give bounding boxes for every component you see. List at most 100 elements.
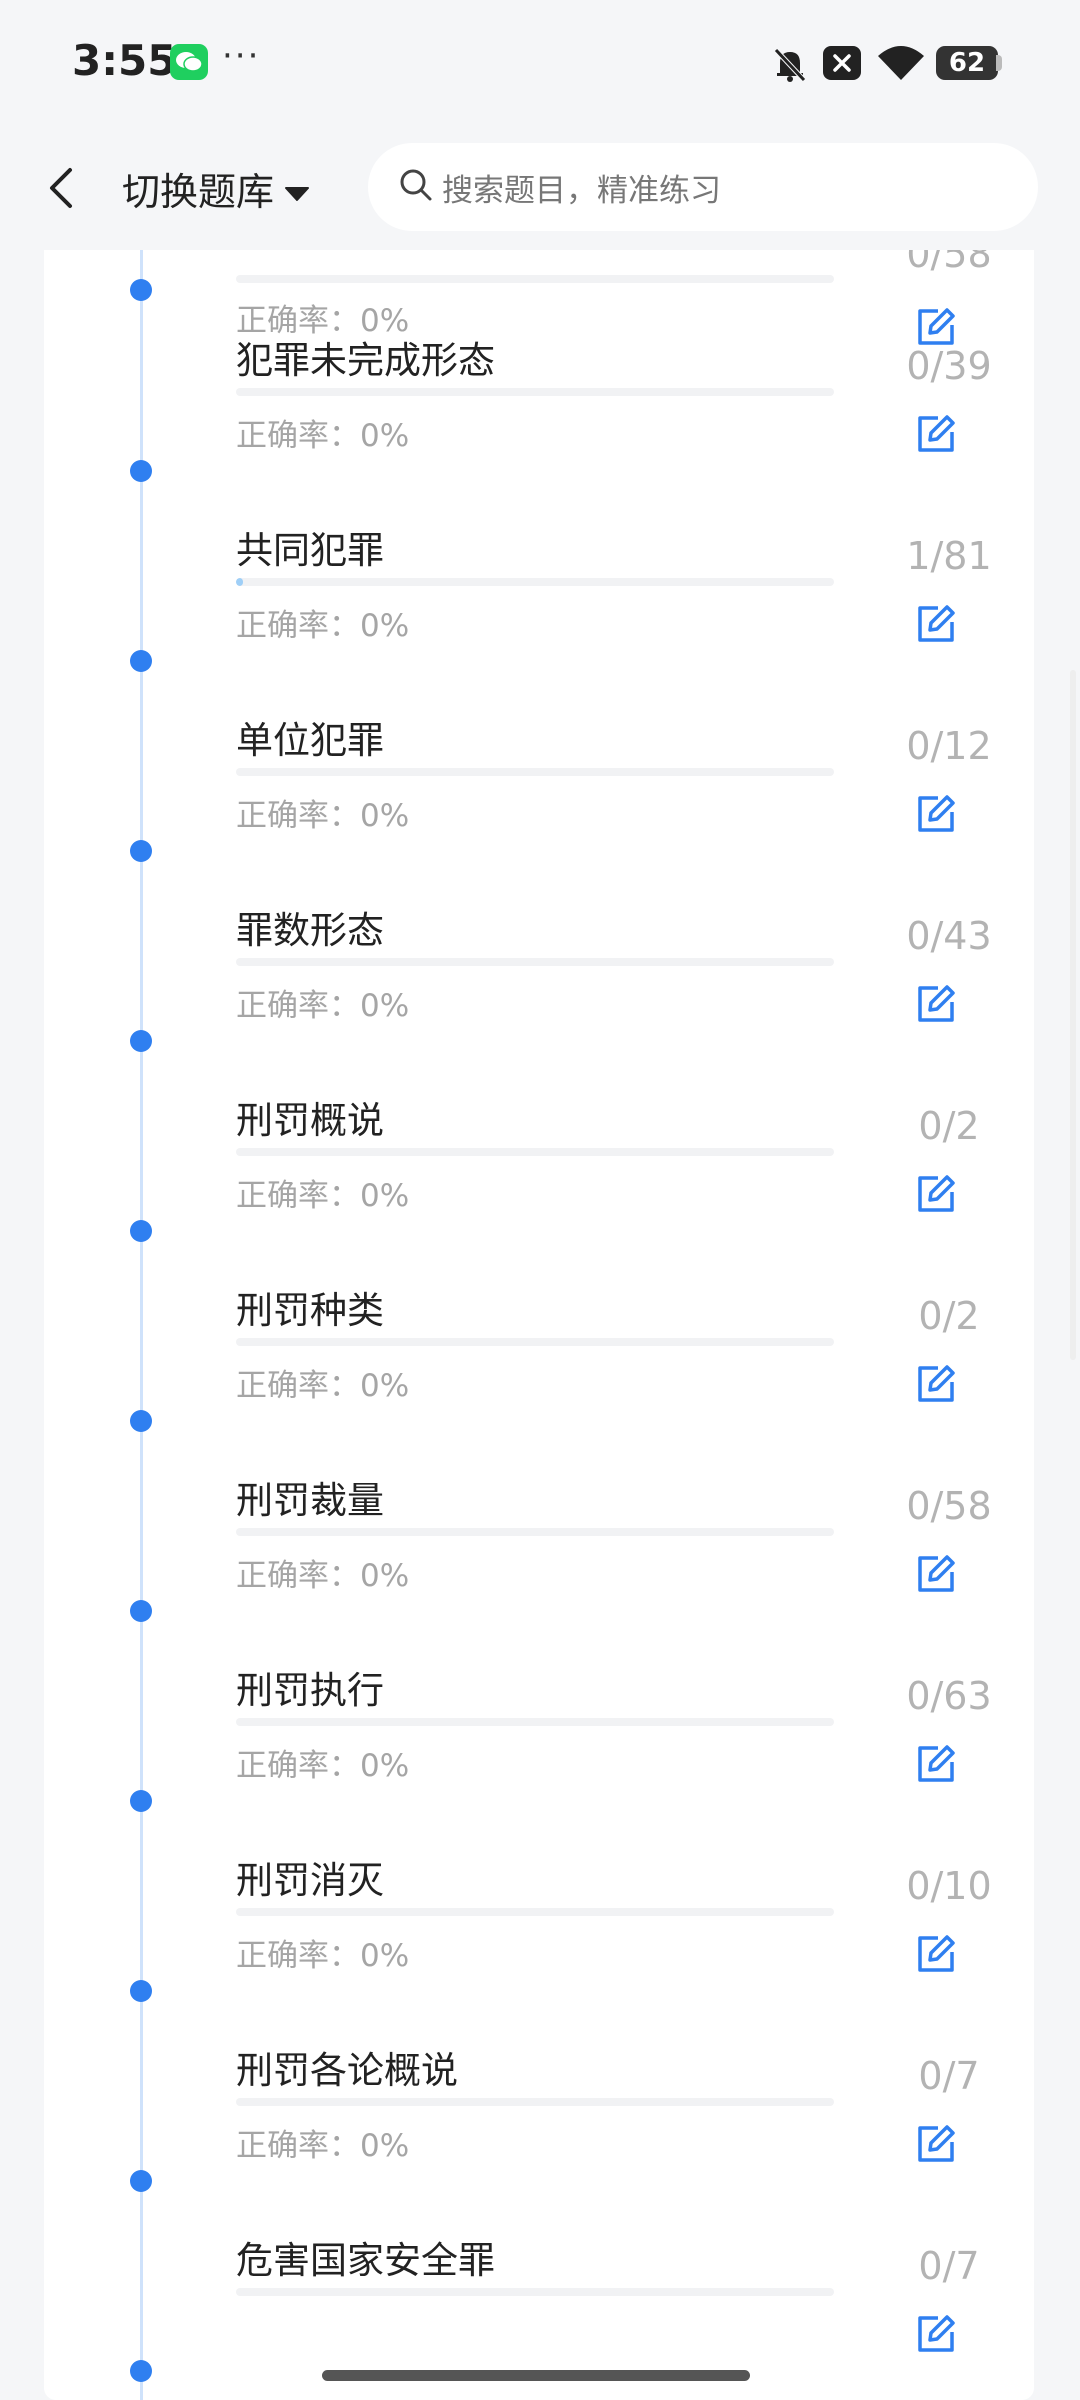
list-item[interactable]: 刑罚执行正确率：0% 0/63 xyxy=(44,1660,1034,1850)
progress-bar xyxy=(236,275,834,283)
timeline-dot xyxy=(130,460,152,482)
progress-bar xyxy=(236,2288,834,2296)
wechat-icon xyxy=(170,44,208,80)
chapter-title: 刑罚种类 xyxy=(236,1289,384,1332)
list-item[interactable]: 共同犯罪正确率：0% 1/81 xyxy=(44,520,1034,710)
timeline-dot xyxy=(130,1790,152,1812)
progress-bar xyxy=(236,1528,834,1536)
question-count: 0/58 xyxy=(906,1484,992,1528)
list-item[interactable]: 刑罚概说正确率：0% 0/2 xyxy=(44,1090,1034,1280)
chapter-title: 危害国家安全罪 xyxy=(236,2239,495,2282)
chapter-title: 单位犯罪 xyxy=(236,719,384,762)
edit-practice-icon[interactable] xyxy=(914,2122,958,2170)
caret-down-icon xyxy=(284,168,310,212)
question-count: 0/7 xyxy=(918,2054,980,2098)
accuracy-text: 正确率：0% xyxy=(236,988,410,1024)
timeline-dot xyxy=(130,2360,152,2382)
accuracy-text: 正确率：0% xyxy=(236,1368,410,1404)
progress-bar xyxy=(236,1148,834,1156)
edit-practice-icon[interactable] xyxy=(914,1552,958,1600)
question-count: 0/43 xyxy=(906,914,992,958)
question-count: 0/63 xyxy=(906,1674,992,1718)
chapter-title: 罪数形态 xyxy=(236,909,384,952)
question-count: 0/58 xyxy=(906,250,992,276)
accuracy-text: 正确率：0% xyxy=(236,798,410,834)
progress-bar xyxy=(236,388,834,396)
list-item[interactable]: 罪数形态正确率：0% 0/43 xyxy=(44,900,1034,1090)
list-item[interactable]: 刑罚种类正确率：0% 0/2 xyxy=(44,1280,1034,1470)
chapter-title: 共同犯罪 xyxy=(236,529,384,572)
back-icon[interactable] xyxy=(44,160,76,220)
battery-tip xyxy=(996,55,1002,71)
status-time: 3:55 xyxy=(72,36,177,85)
header: 切换题库 搜索题目，精准练习 xyxy=(0,125,1080,250)
accuracy-text: 正确率：0% xyxy=(236,1558,410,1594)
status-bar: 3:55 ··· 62 xyxy=(0,0,1080,125)
accuracy-text: 正确率：0% xyxy=(236,1178,410,1214)
timeline-dot xyxy=(130,1980,152,2002)
progress-bar xyxy=(236,1908,834,1916)
list-item[interactable]: 刑罚裁量正确率：0% 0/58 xyxy=(44,1470,1034,1660)
progress-bar xyxy=(236,1718,834,1726)
progress-bar xyxy=(236,1338,834,1346)
question-count: 0/2 xyxy=(918,1294,980,1338)
question-count: 0/12 xyxy=(906,724,992,768)
list-item-partial[interactable]: 正确率：0% 0/58 xyxy=(44,250,1034,345)
question-count: 1/81 xyxy=(906,534,992,578)
accuracy-text: 正确率：0% xyxy=(236,608,410,644)
scrollbar[interactable] xyxy=(1070,670,1076,1360)
chapter-title: 刑罚各论概说 xyxy=(236,2049,458,2092)
accuracy-text: 正确率：0% xyxy=(236,1938,410,1974)
more-notifications-icon: ··· xyxy=(222,36,261,76)
accuracy-text: 正确率：0% xyxy=(236,2128,410,2164)
chapter-title: 刑罚执行 xyxy=(236,1669,384,1712)
battery-icon: 62 xyxy=(936,46,998,80)
timeline-dot xyxy=(130,2170,152,2192)
home-indicator[interactable] xyxy=(322,2370,750,2381)
edit-practice-icon[interactable] xyxy=(914,602,958,650)
timeline-dot xyxy=(130,650,152,672)
accuracy-text: 正确率：0% xyxy=(236,418,410,454)
bell-off-icon xyxy=(770,44,810,88)
chapter-list: 正确率：0% 0/58 犯罪未完成形态 正确率：0% 0/39 共同犯罪 正确率：0% 1… xyxy=(44,250,1034,2400)
notify-x-icon xyxy=(823,46,861,80)
edit-practice-icon[interactable] xyxy=(914,412,958,460)
edit-practice-icon[interactable] xyxy=(914,1932,958,1980)
edit-practice-icon[interactable] xyxy=(914,982,958,1030)
question-count: 0/10 xyxy=(906,1864,992,1908)
search-input[interactable]: 搜索题目，精准练习 xyxy=(368,143,1038,231)
timeline-dot xyxy=(130,1600,152,1622)
progress-fill xyxy=(236,578,244,586)
edit-practice-icon[interactable] xyxy=(914,1362,958,1410)
question-count: 0/39 xyxy=(906,344,992,388)
chapter-title: 刑罚裁量 xyxy=(236,1479,384,1522)
list-item[interactable]: 犯罪未完成形态正确率：0% 0/39 xyxy=(44,330,1034,520)
timeline-dot xyxy=(130,279,152,301)
timeline-dot xyxy=(130,840,152,862)
edit-practice-icon[interactable] xyxy=(914,2312,958,2360)
progress-bar xyxy=(236,2098,834,2106)
progress-bar xyxy=(236,578,834,586)
progress-bar xyxy=(236,958,834,966)
list-item[interactable]: 单位犯罪正确率：0% 0/12 xyxy=(44,710,1034,900)
switch-question-bank-label: 切换题库 xyxy=(122,170,275,214)
chapter-title: 犯罪未完成形态 xyxy=(236,339,495,382)
switch-question-bank-button[interactable]: 切换题库 xyxy=(122,161,310,216)
search-placeholder: 搜索题目，精准练习 xyxy=(442,172,721,209)
list-item[interactable]: 刑罚消灭正确率：0% 0/10 xyxy=(44,1850,1034,2040)
question-count: 0/2 xyxy=(918,1104,980,1148)
question-count: 0/7 xyxy=(918,2244,980,2288)
timeline-dot xyxy=(130,1030,152,1052)
progress-bar xyxy=(236,768,834,776)
edit-practice-icon[interactable] xyxy=(914,1172,958,1220)
timeline-dot xyxy=(130,1410,152,1432)
search-icon xyxy=(398,167,434,207)
accuracy-text: 正确率：0% xyxy=(236,1748,410,1784)
wifi-icon xyxy=(876,44,926,86)
chapter-title: 刑罚概说 xyxy=(236,1099,384,1142)
timeline-dot xyxy=(130,1220,152,1242)
list-item[interactable]: 刑罚各论概说正确率：0% 0/7 xyxy=(44,2040,1034,2230)
edit-practice-icon[interactable] xyxy=(914,1742,958,1790)
chapter-title: 刑罚消灭 xyxy=(236,1859,384,1902)
edit-practice-icon[interactable] xyxy=(914,792,958,840)
